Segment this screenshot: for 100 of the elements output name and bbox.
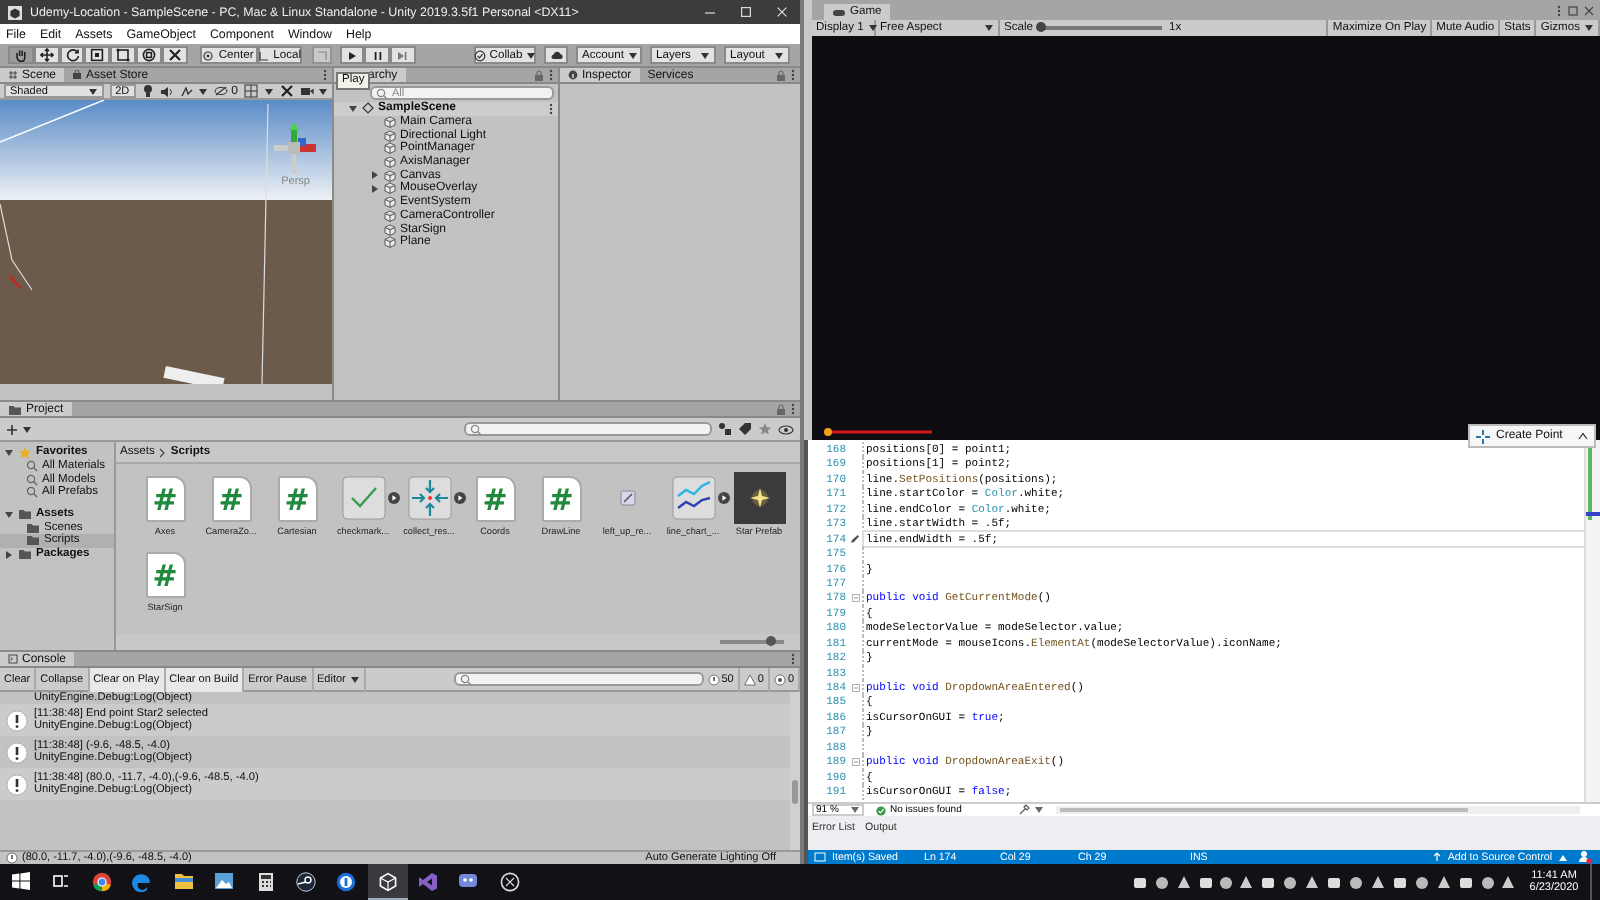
more-options-icon xyxy=(790,402,796,416)
lighting-toggle[interactable] xyxy=(141,84,154,98)
more-options-icon xyxy=(322,68,328,82)
caret-icon xyxy=(774,51,784,59)
star-prefab-icon xyxy=(733,472,785,524)
transform-tool-button[interactable] xyxy=(135,46,162,64)
caret-icon xyxy=(984,24,994,32)
rotate-tool-button[interactable] xyxy=(59,46,85,64)
pivot-icon xyxy=(202,49,215,61)
move-tool-button[interactable] xyxy=(33,46,60,64)
transform-icon xyxy=(141,48,156,62)
create-button[interactable] xyxy=(6,423,32,435)
scale-tool-button[interactable] xyxy=(84,46,111,64)
script-file-icon[interactable]: # xyxy=(145,475,185,521)
line-segment-drawing xyxy=(824,428,936,436)
axis-gizmo-icon xyxy=(268,122,320,178)
light-bulb-icon xyxy=(141,84,154,98)
crossed-tools-icon xyxy=(167,48,182,62)
maximize-icon xyxy=(740,6,752,18)
crossed-tools-icon xyxy=(280,84,294,98)
line-chart-sprite-icon xyxy=(671,476,715,520)
vertical-scrollbar[interactable] xyxy=(1584,440,1600,802)
close-icon xyxy=(1584,5,1594,15)
script-file-icon[interactable]: # xyxy=(211,475,251,521)
log-message-icon xyxy=(6,741,28,763)
eye-icon xyxy=(778,423,794,435)
hand-icon xyxy=(13,48,28,62)
pause-button[interactable] xyxy=(364,46,390,64)
search-by-label-button[interactable] xyxy=(738,422,752,436)
camera-dropdown[interactable] xyxy=(300,86,328,96)
circle-logo-icon xyxy=(295,871,316,891)
effects-dropdown[interactable] xyxy=(179,85,208,97)
search-icon xyxy=(459,673,472,685)
script-file-icon[interactable]: # xyxy=(277,475,317,521)
folder-icon xyxy=(173,872,194,890)
play-button[interactable] xyxy=(339,46,365,64)
horizontal-scrollbar[interactable] xyxy=(1055,806,1580,814)
shapes-icon xyxy=(718,422,732,436)
caret-icon xyxy=(526,51,537,59)
crosshair-icon xyxy=(1476,429,1490,443)
effects-icon xyxy=(179,85,194,97)
task-view-icon xyxy=(52,872,71,890)
unity-scene-icon xyxy=(362,102,374,115)
hand-tool-button[interactable] xyxy=(8,46,34,64)
more-options-icon xyxy=(790,68,796,82)
search-field[interactable] xyxy=(453,672,704,686)
vertical-scrollbar[interactable] xyxy=(790,692,800,850)
play-icon xyxy=(345,49,358,61)
console-icon xyxy=(8,654,18,664)
checkmark-sprite-icon xyxy=(341,476,385,520)
lock-icon xyxy=(776,69,786,81)
hidden-packages-button[interactable] xyxy=(778,423,794,435)
hash-grid-icon xyxy=(8,70,18,80)
search-field[interactable] xyxy=(464,422,712,436)
maximize-icon xyxy=(1568,5,1578,15)
eye-slash-icon xyxy=(213,86,228,96)
caret-icon xyxy=(700,51,710,59)
star-icon xyxy=(18,445,32,460)
rect-tool-button[interactable] xyxy=(110,46,136,64)
log-message-icon xyxy=(6,773,28,795)
info-icon xyxy=(568,70,578,80)
more-options-icon xyxy=(548,68,554,82)
infinity-logo-icon xyxy=(418,871,439,891)
custom-tool-button[interactable] xyxy=(161,46,188,64)
script-file-icon[interactable]: # xyxy=(145,551,185,597)
caret-icon xyxy=(627,51,638,59)
grid-toggle[interactable] xyxy=(244,84,258,98)
error-icon xyxy=(773,673,786,685)
brush-icon xyxy=(1017,804,1030,816)
tag-icon xyxy=(738,422,752,436)
check-circle-icon xyxy=(876,805,886,815)
arrows-to-center-icon xyxy=(407,476,451,520)
taskbar-app-button[interactable] xyxy=(367,864,408,900)
log-message-icon xyxy=(6,709,28,731)
cloud-button[interactable] xyxy=(544,46,568,64)
more-options-icon xyxy=(790,652,796,666)
close-icon xyxy=(776,6,788,18)
check-circle-icon xyxy=(473,49,486,61)
search-by-type-button[interactable] xyxy=(718,422,732,436)
audio-toggle[interactable] xyxy=(159,85,174,97)
script-file-icon[interactable]: # xyxy=(541,475,581,521)
caret-icon xyxy=(349,675,360,683)
tools-toggle[interactable] xyxy=(280,84,294,98)
person-badge-icon xyxy=(1577,850,1591,864)
lock-icon xyxy=(534,69,544,81)
more-options-icon xyxy=(1556,3,1562,17)
minimize-icon xyxy=(704,6,716,18)
script-file-icon[interactable]: # xyxy=(475,475,515,521)
chevron-icon xyxy=(158,447,167,457)
chat-icon xyxy=(458,872,479,890)
gamepad-icon xyxy=(832,7,846,17)
browser-icon xyxy=(91,871,112,891)
small-sprite-icon xyxy=(619,490,635,506)
rotate-icon xyxy=(65,48,79,62)
scene-view-drawing[interactable] xyxy=(0,100,332,384)
step-icon xyxy=(396,49,409,61)
keyhole-icon xyxy=(336,871,357,891)
shopping-bag-icon xyxy=(72,70,83,80)
speaker-icon xyxy=(159,85,174,97)
code-cleanup-button[interactable] xyxy=(1017,804,1044,816)
